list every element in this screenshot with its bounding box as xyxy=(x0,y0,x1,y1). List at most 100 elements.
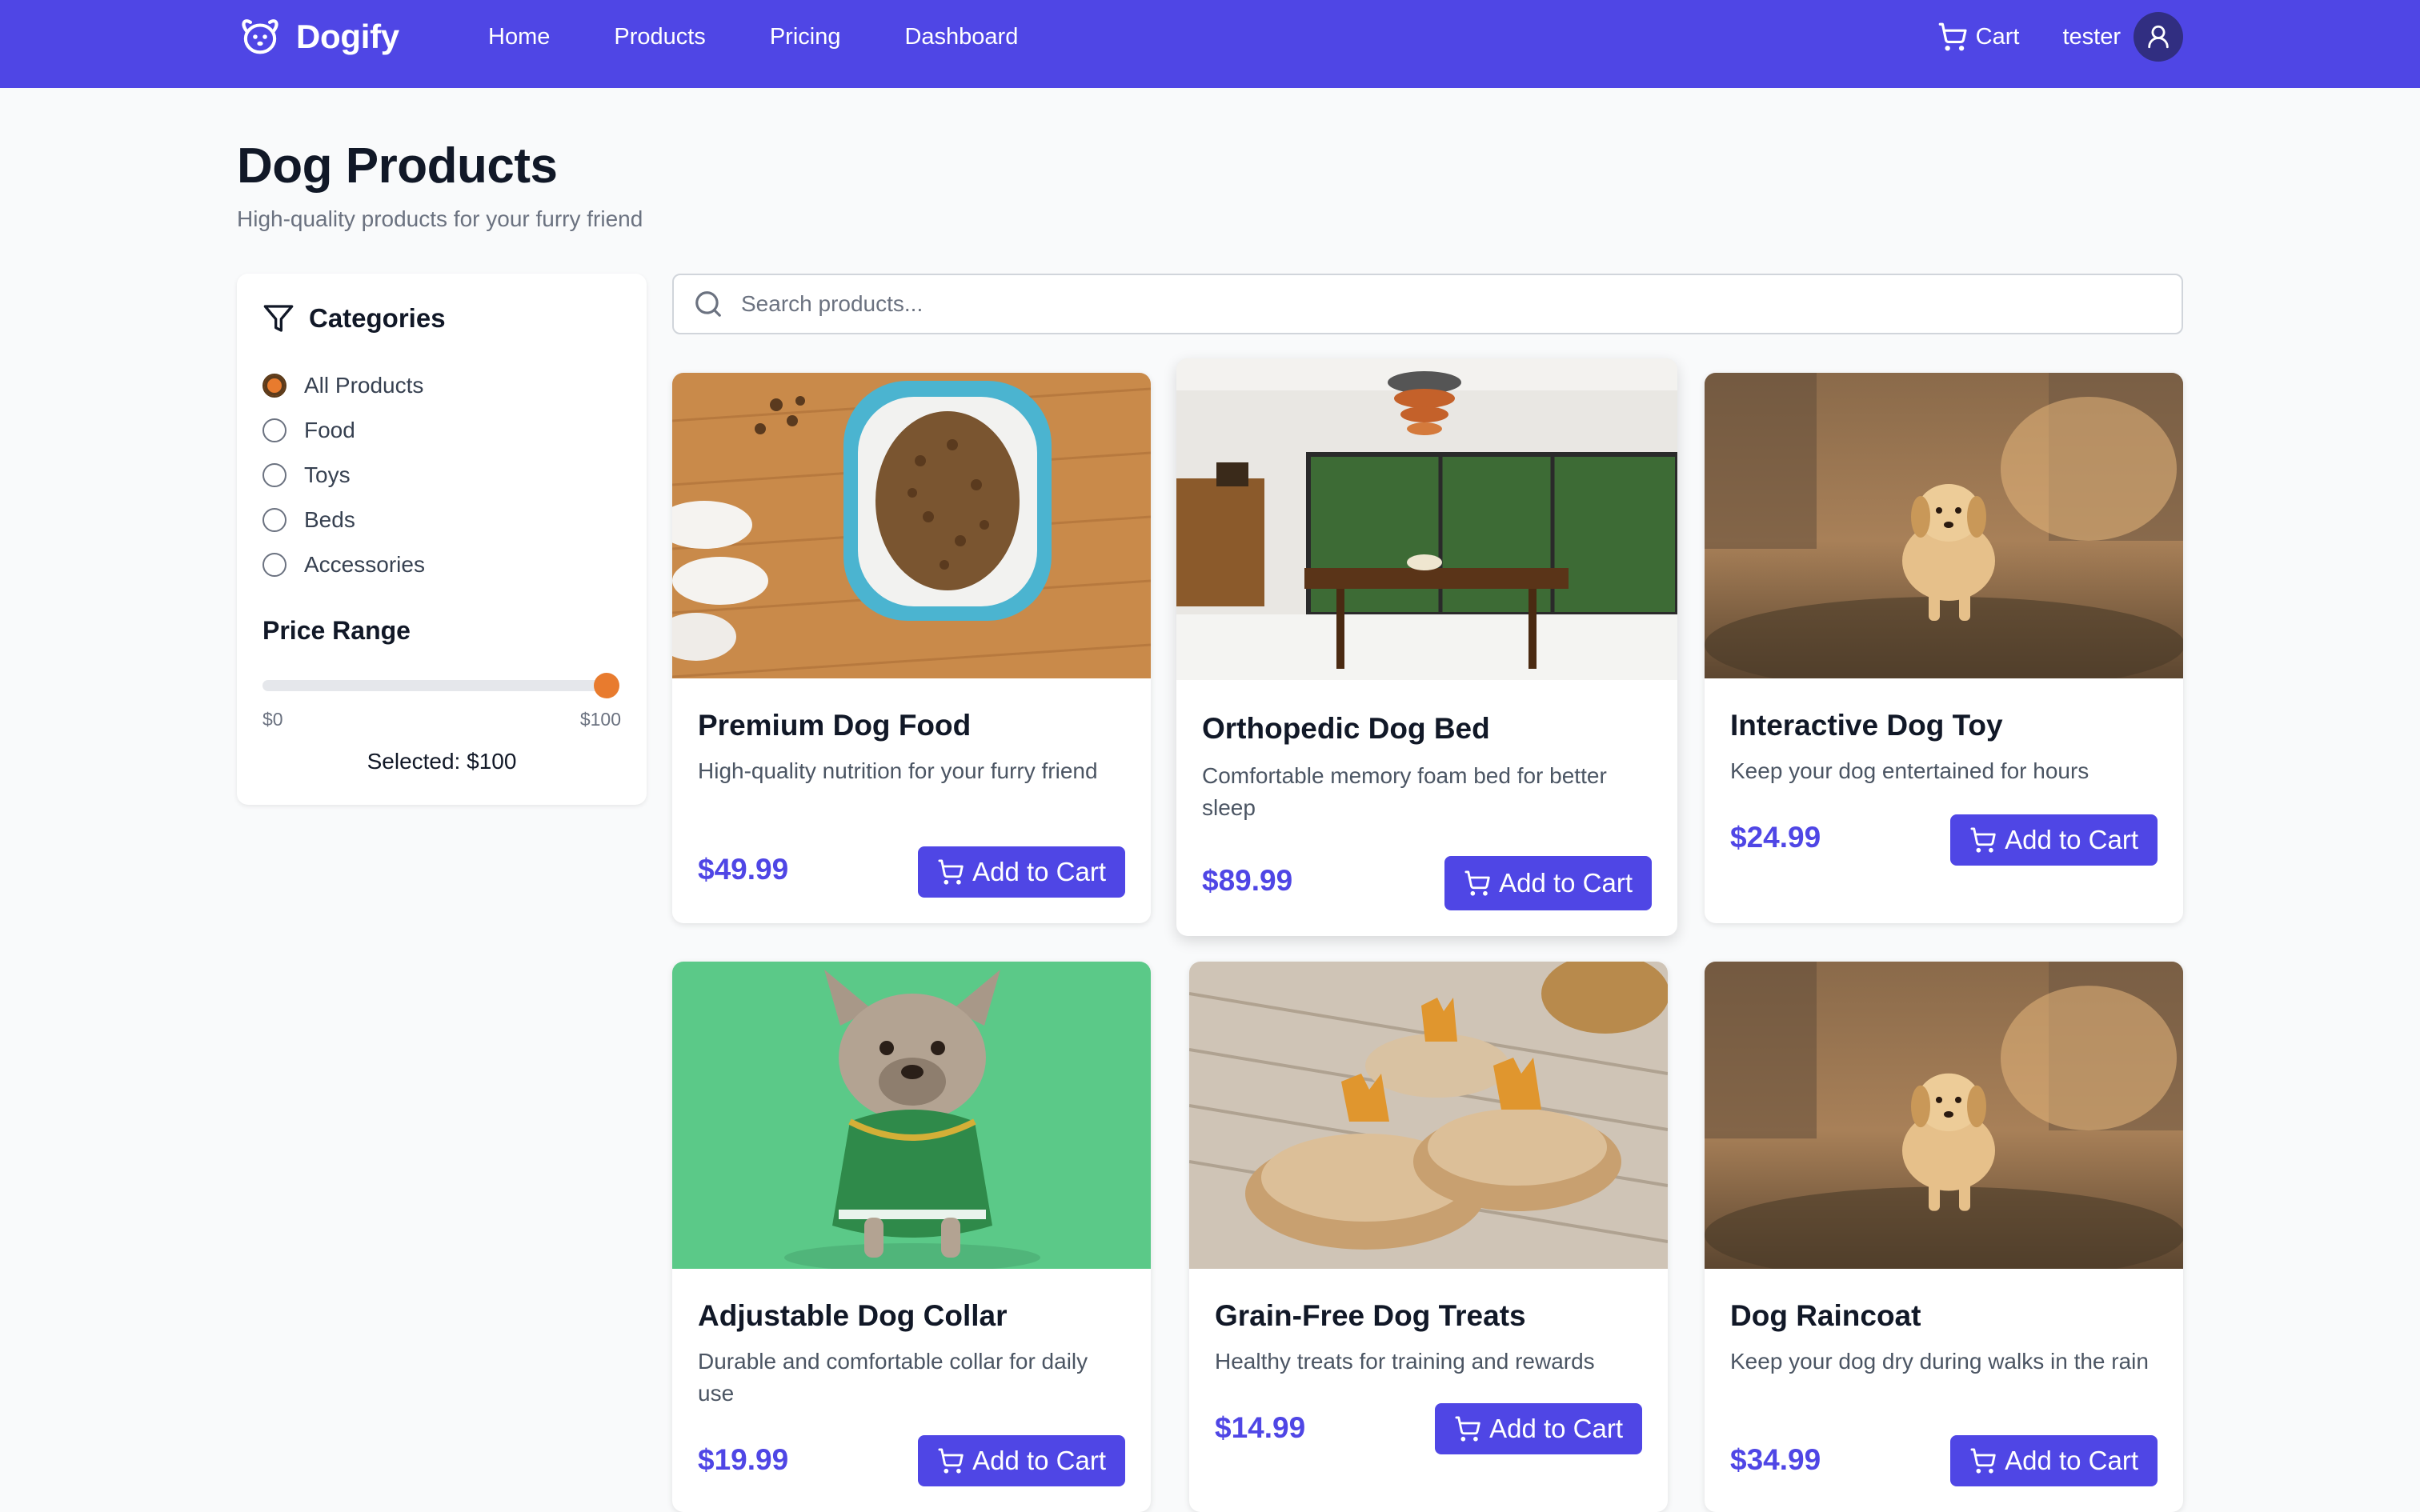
product-image xyxy=(672,962,1151,1269)
product-price: $34.99 xyxy=(1730,1443,1821,1476)
product-card[interactable]: Orthopedic Dog Bed Comfortable memory fo… xyxy=(1176,358,1677,936)
price-selected: Selected: $100 xyxy=(367,749,517,774)
radio[interactable] xyxy=(262,553,286,577)
categories-title: Categories xyxy=(309,303,446,333)
product-price: $19.99 xyxy=(698,1443,789,1476)
cart-icon xyxy=(938,1448,964,1474)
product-description: Keep your dog dry during walks in the ra… xyxy=(1730,1349,2149,1374)
price-range-title: Price Range xyxy=(262,616,411,645)
add-to-cart-button[interactable]: Add to Cart xyxy=(1435,1403,1642,1454)
add-to-cart-label: Add to Cart xyxy=(2005,825,2138,854)
cart-link[interactable]: Cart xyxy=(1937,22,2020,52)
product-card[interactable]: Interactive Dog Toy Keep your dog entert… xyxy=(1705,373,2183,923)
add-to-cart-label: Add to Cart xyxy=(972,857,1106,886)
nav-links: Home Products Pricing Dashboard xyxy=(488,0,1082,74)
filter-icon xyxy=(263,305,294,332)
add-to-cart-label: Add to Cart xyxy=(972,1446,1106,1475)
filter-sidebar: Categories All Products Food Toys Beds A… xyxy=(237,274,647,805)
user-icon xyxy=(2148,25,2169,49)
product-title: Adjustable Dog Collar xyxy=(698,1299,1008,1332)
product-title: Grain-Free Dog Treats xyxy=(1215,1299,1526,1332)
add-to-cart-button[interactable]: Add to Cart xyxy=(1444,856,1652,910)
product-card[interactable]: Premium Dog Food High-quality nutrition … xyxy=(672,373,1151,923)
add-to-cart-label: Add to Cart xyxy=(2005,1446,2138,1475)
nav-right: Cart tester xyxy=(1937,0,2183,74)
dog-face-icon xyxy=(242,19,278,54)
product-image xyxy=(1189,962,1668,1269)
product-title: Premium Dog Food xyxy=(698,709,972,742)
dog-treats-photo xyxy=(1189,962,1668,1269)
product-card[interactable]: Adjustable Dog Collar Durable and comfor… xyxy=(672,962,1151,1512)
product-card[interactable]: Grain-Free Dog Treats Healthy treats for… xyxy=(1189,962,1668,1512)
brand-name: Dogify xyxy=(296,18,399,55)
cart-icon xyxy=(1970,1448,1996,1474)
avatar[interactable] xyxy=(2134,12,2183,62)
category-label: Food xyxy=(304,418,355,442)
product-description: High-quality nutrition for your furry fr… xyxy=(698,758,1098,783)
cart-icon xyxy=(1455,1416,1480,1442)
add-to-cart-label: Add to Cart xyxy=(1489,1414,1623,1443)
french-bulldog-green-photo xyxy=(672,962,1151,1269)
product-image xyxy=(1705,373,2183,678)
categories-header: Categories xyxy=(262,302,446,334)
price-slider[interactable] xyxy=(262,673,619,698)
product-title: Dog Raincoat xyxy=(1730,1299,1921,1332)
puppy-running-photo xyxy=(1705,962,2183,1269)
radio[interactable] xyxy=(262,463,286,487)
dog-food-bowl-photo xyxy=(672,373,1151,678)
radio[interactable] xyxy=(262,508,286,532)
product-price: $14.99 xyxy=(1215,1411,1306,1444)
page-subtitle: High-quality products for your furry fri… xyxy=(237,206,643,231)
product-title: Interactive Dog Toy xyxy=(1730,709,2003,742)
search-icon xyxy=(695,291,721,317)
category-option-food[interactable]: Food xyxy=(262,408,425,453)
product-price: $89.99 xyxy=(1202,864,1293,897)
slider-thumb[interactable] xyxy=(594,673,619,698)
cart-icon xyxy=(1464,870,1490,896)
add-to-cart-button[interactable]: Add to Cart xyxy=(1950,1435,2158,1486)
product-card[interactable]: Dog Raincoat Keep your dog dry during wa… xyxy=(1705,962,2183,1512)
category-label: Accessories xyxy=(304,552,425,577)
product-price: $49.99 xyxy=(698,853,789,886)
category-option-toys[interactable]: Toys xyxy=(262,453,425,498)
search-bar[interactable] xyxy=(672,274,2183,334)
nav-link-pricing[interactable]: Pricing xyxy=(770,24,841,50)
product-description: Durable and comfortable collar for daily… xyxy=(698,1349,1088,1406)
add-to-cart-label: Add to Cart xyxy=(1499,868,1633,898)
category-option-accessories[interactable]: Accessories xyxy=(262,542,425,587)
product-description: Healthy treats for training and rewards xyxy=(1215,1349,1595,1374)
dining-room-photo xyxy=(1176,358,1677,680)
add-to-cart-button[interactable]: Add to Cart xyxy=(1950,814,2158,866)
cart-label: Cart xyxy=(1975,23,2020,50)
username: tester xyxy=(2062,23,2121,50)
category-option-all[interactable]: All Products xyxy=(262,363,425,408)
add-to-cart-button[interactable]: Add to Cart xyxy=(918,846,1125,898)
search-input[interactable] xyxy=(741,291,2101,317)
product-description: Keep your dog entertained for hours xyxy=(1730,758,2089,783)
radio[interactable] xyxy=(262,418,286,442)
product-image xyxy=(672,373,1151,678)
brand-link[interactable]: Dogify xyxy=(237,14,399,59)
page-title: Dog Products xyxy=(237,138,558,194)
product-title: Orthopedic Dog Bed xyxy=(1202,712,1490,745)
price-min-label: $0 xyxy=(262,709,283,730)
category-option-beds[interactable]: Beds xyxy=(262,498,425,542)
top-navbar: Dogify Home Products Pricing Dashboard C… xyxy=(0,0,2420,88)
product-price: $24.99 xyxy=(1730,821,1821,854)
category-label: All Products xyxy=(304,373,424,398)
category-label: Beds xyxy=(304,507,355,532)
category-radio-group: All Products Food Toys Beds Accessories xyxy=(262,363,425,587)
product-description: Comfortable memory foam bed for better s… xyxy=(1202,763,1607,820)
nav-link-home[interactable]: Home xyxy=(488,24,550,50)
nav-link-dashboard[interactable]: Dashboard xyxy=(904,24,1018,50)
category-label: Toys xyxy=(304,462,351,487)
puppy-running-photo xyxy=(1705,373,2183,678)
nav-link-products[interactable]: Products xyxy=(614,24,705,50)
user-menu[interactable]: tester xyxy=(2062,12,2183,62)
price-max-label: $100 xyxy=(579,709,621,730)
product-image xyxy=(1176,358,1677,680)
radio-checked[interactable] xyxy=(262,374,286,398)
product-image xyxy=(1705,962,2183,1269)
add-to-cart-button[interactable]: Add to Cart xyxy=(918,1435,1125,1486)
cart-icon xyxy=(1970,827,1996,853)
